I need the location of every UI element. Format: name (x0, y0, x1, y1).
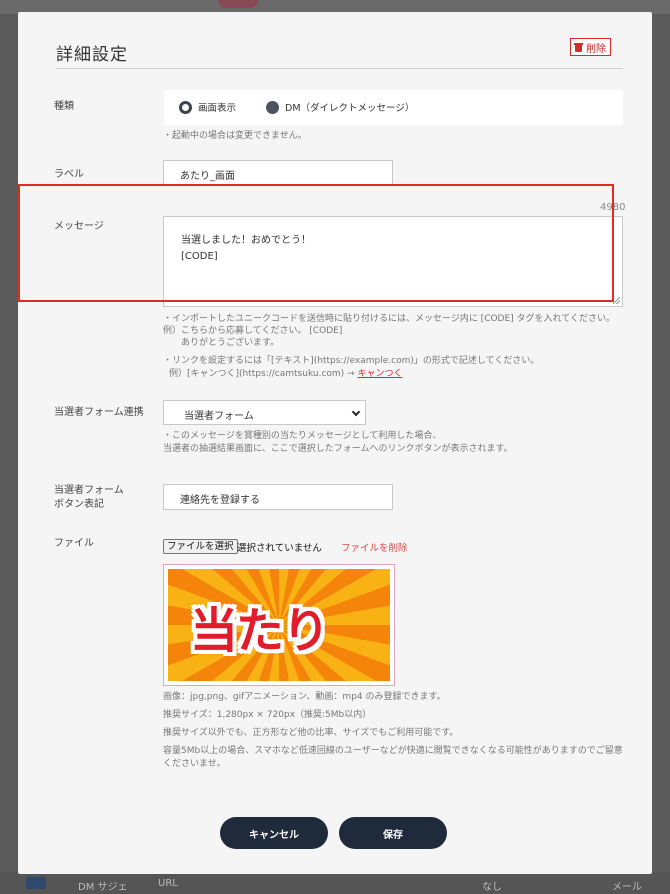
message-note: ・リンクを設定するには「[テキスト](https://example.com)」… (163, 356, 540, 366)
message-line: [CODE] (181, 251, 218, 262)
background-cell: URL (158, 878, 178, 889)
chevron-down-icon (351, 407, 361, 417)
form-link-note: ・このメッセージを賞種別の当たりメッセージとして利用した場合、 (163, 431, 442, 441)
radio-unselected-icon (266, 100, 279, 114)
modal-title: 詳細設定 (56, 45, 128, 65)
preview-image: 当たり (168, 569, 390, 681)
preview-image-text: 当たり (190, 603, 330, 659)
message-note: 例）[キャンつく](https://camtsuku.com) → キャンつく (169, 367, 402, 381)
message-note-text: 例）[キャンつく](https://camtsuku.com) → (169, 369, 358, 379)
detail-settings-modal: 詳細設定 削除 種類 画面表示 DM（ダイレクトメッセージ） ・起動中の場合は変… (18, 12, 652, 874)
cancel-button[interactable]: キャンセル (220, 817, 328, 849)
radio-screen-display[interactable]: 画面表示 (179, 100, 236, 114)
message-label: メッセージ (54, 221, 104, 232)
file-note: 推奨サイズ以外でも、正方形など他の比率、サイズでもご利用可能です。 (163, 728, 459, 738)
choose-file-button[interactable]: ファイルを選択 (163, 539, 238, 554)
file-note: 推奨サイズ：1,280px × 720px（推奨:5Mb以内） (163, 710, 372, 720)
file-status: 選択されていません (237, 543, 322, 554)
type-label: 種類 (54, 101, 74, 112)
title-divider (56, 68, 623, 69)
radio-label: 画面表示 (198, 103, 237, 114)
label-line: 当選者フォーム (54, 485, 124, 496)
message-char-counter: 4980 (600, 202, 626, 213)
file-note: 容量5Mb以上の場合、スマホなど低速回線のユーザーなどが快適に閲覧できなくなる可… (163, 746, 623, 756)
select-value: 当選者フォーム (184, 411, 254, 422)
delete-file-link[interactable]: ファイルを削除 (341, 540, 408, 554)
image-preview: 当たり (163, 564, 395, 686)
label-input[interactable]: あたり_画面 (163, 160, 393, 186)
background-cell: メール (612, 882, 642, 893)
delete-button-label: 削除 (586, 43, 606, 55)
type-note: ・起動中の場合は変更できません。 (163, 131, 307, 141)
background-table-row: DM サジェ URL なし メール (0, 872, 670, 894)
background-cell: なし (482, 882, 502, 893)
background-badge (26, 877, 46, 889)
file-label: ファイル (54, 538, 94, 549)
radio-selected-icon (179, 100, 192, 114)
form-link-label: 当選者フォーム連携 (54, 407, 144, 418)
message-line: 当選しました！おめでとう！ (181, 235, 311, 246)
file-note: 画像：jpg,png、gifアニメーション、動画：mp4 のみ登録できます。 (163, 692, 446, 702)
delete-button[interactable]: 削除 (570, 38, 611, 56)
resize-handle-icon[interactable] (613, 297, 620, 304)
trash-icon (574, 42, 583, 52)
message-textarea[interactable]: 当選しました！おめでとう！ [CODE] (163, 216, 623, 307)
button-label-field-label: 当選者フォーム ボタン表記 (54, 484, 124, 512)
label-field-label: ラベル (54, 169, 84, 180)
winner-form-select[interactable]: 当選者フォーム (163, 400, 366, 425)
save-button[interactable]: 保存 (339, 817, 447, 849)
camtsuku-link[interactable]: キャンつく (357, 369, 402, 379)
form-link-note: 当選者の抽選結果画面に、ここで選択したフォームへのリンクボタンが表示されます。 (163, 444, 513, 454)
background-cell: DM サジェ (78, 882, 128, 893)
radio-direct-message[interactable]: DM（ダイレクトメッセージ） (266, 100, 414, 114)
radio-label: DM（ダイレクトメッセージ） (285, 103, 415, 114)
label-line: ボタン表記 (54, 499, 104, 510)
message-note: ありがとうございます。 (181, 338, 280, 348)
type-radio-group: 画面表示 DM（ダイレクトメッセージ） (164, 90, 623, 125)
background-decoration (218, 0, 258, 8)
button-label-input[interactable]: 連絡先を登録する (163, 484, 393, 510)
file-note: くださいませ。 (163, 759, 226, 769)
